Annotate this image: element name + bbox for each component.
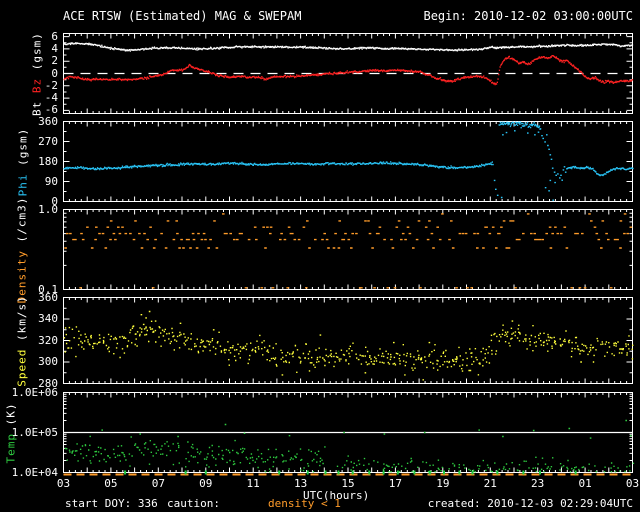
- x-tick-label: 23: [531, 477, 545, 490]
- series-speed-outliers: [132, 310, 582, 376]
- series-temp-scatter-right: [336, 455, 635, 473]
- series-phi-after: [566, 165, 634, 177]
- x-tick-label: 19: [436, 477, 450, 490]
- y-tick-label: -2: [44, 78, 58, 92]
- series-temp-scatter-left: [64, 435, 326, 473]
- series-temp-outliers: [101, 419, 632, 439]
- ace-rtsw-plot: ACE RTSW (Estimated) MAG & SWEPAM Begin:…: [0, 0, 640, 512]
- footer-caution-value: density < 1: [268, 497, 341, 510]
- y-tick-label: 300: [38, 355, 58, 368]
- x-tick-label: 09: [199, 477, 213, 490]
- panel-border-density: [63, 209, 633, 290]
- series-density-quantized: [64, 213, 633, 289]
- footer-caution-label: caution:: [167, 497, 220, 510]
- y-tick-label: 90: [44, 174, 58, 188]
- y-tick-label: 1.0: [38, 202, 58, 216]
- y-tick-label: 1.0E+05: [11, 425, 58, 439]
- x-tick-label: 11: [246, 477, 260, 490]
- y-tick-label: 1.0E+04: [11, 465, 58, 479]
- x-tick-label: 05: [104, 477, 118, 490]
- series-phi-transition-dots: [493, 130, 567, 201]
- y-tick-label: 1.0E+06: [11, 385, 58, 399]
- y-tick-label: 4: [51, 41, 58, 55]
- ticks-density: [63, 209, 633, 290]
- series-speed-scatter: [63, 320, 634, 381]
- x-tick-label: 03: [625, 477, 640, 490]
- x-tick-label: 01: [578, 477, 592, 490]
- y-tick-label: 0: [51, 66, 58, 80]
- ticks-phi: [63, 121, 633, 202]
- y-tick-label: 270: [38, 134, 58, 148]
- x-tick-label: 07: [151, 477, 165, 490]
- x-tick-label: 03: [56, 477, 71, 490]
- y-tick-label: 360: [38, 290, 58, 304]
- footer-start-doy: start DOY: 336: [65, 497, 158, 510]
- series-phi-high-cluster: [498, 121, 542, 130]
- y-tick-label: 180: [38, 154, 58, 168]
- y-tick-label: 340: [38, 312, 58, 325]
- x-tick-label: 21: [483, 477, 497, 490]
- panel-border-phi: [63, 121, 633, 202]
- x-tick-label: 17: [388, 477, 403, 490]
- y-tick-label: 2: [51, 54, 58, 68]
- series-phi-main: [63, 161, 494, 171]
- series-Bz: [63, 55, 634, 86]
- y-tick-label: -4: [44, 91, 58, 105]
- chart-canvas: [63, 33, 635, 476]
- y-tick-label: 6: [51, 29, 58, 43]
- y-tick-label: 320: [38, 333, 58, 347]
- footer-created-timestamp: created: 2010-12-03 02:29:04UTC: [427, 497, 633, 510]
- series-Bt: [63, 42, 634, 52]
- y-tick-label: 360: [38, 114, 58, 128]
